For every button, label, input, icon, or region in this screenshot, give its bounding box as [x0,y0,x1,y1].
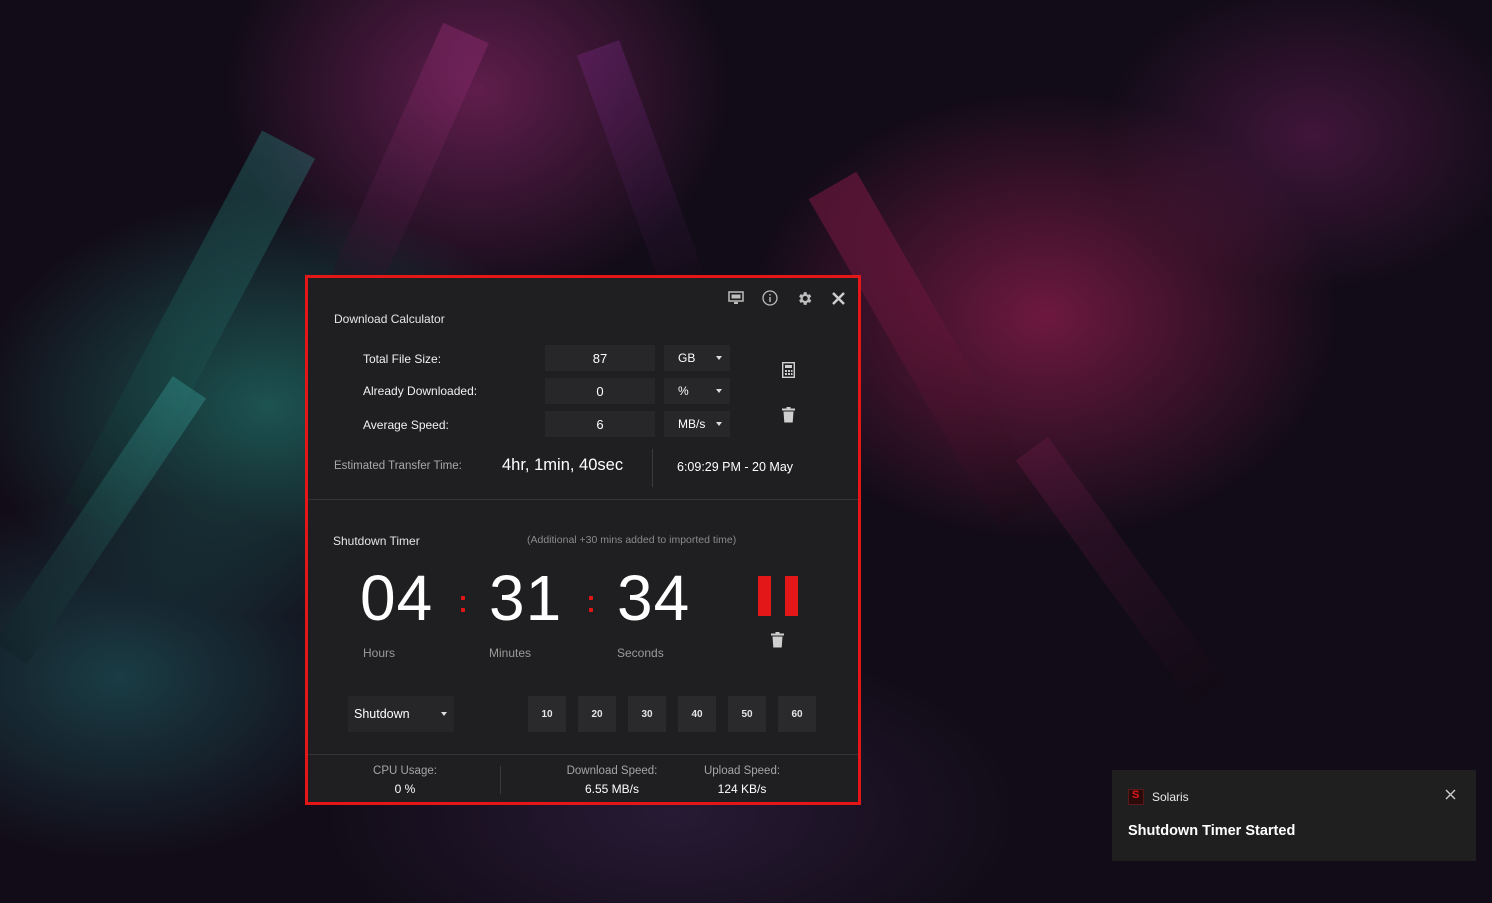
clear-fields-trash-icon[interactable] [779,406,797,424]
minutes-label: Minutes [489,646,532,660]
chevron-down-icon [716,422,722,426]
estimated-transfer-time-value: 4hr, 1min, 40sec [502,456,624,474]
calculator-title: Download Calculator [334,312,445,326]
title-bar-icons [726,288,848,308]
divider [500,766,501,794]
timer-colon [461,596,466,612]
already-downloaded-unit-select[interactable]: % [664,378,730,404]
close-icon[interactable] [828,288,848,308]
average-speed-input[interactable]: 6 [545,411,655,437]
timer-seconds: 34 [617,562,691,634]
unit-label: % [678,384,689,398]
section-divider [308,754,858,755]
seconds-label: Seconds [617,646,664,660]
toast-notification[interactable]: Solaris Shutdown Timer Started [1112,770,1476,861]
download-speed-value: 6.55 MB/s [584,782,640,796]
average-speed-label: Average Speed: [363,418,449,432]
section-divider [308,499,858,500]
gear-icon[interactable] [794,288,814,308]
unit-label: MB/s [678,417,706,431]
chevron-down-icon [716,389,722,393]
timer-minutes: 31 [489,562,563,634]
total-file-size-label: Total File Size: [363,352,442,366]
add-40-minutes-button[interactable]: 40 [678,696,716,732]
average-speed-unit-select[interactable]: MB/s [664,411,730,437]
total-file-size-input[interactable]: 87 [545,345,655,371]
select-value: Shutdown [354,707,410,721]
estimated-completion-date: 6:09:29 PM - 20 May [677,460,794,474]
already-downloaded-input[interactable]: 0 [545,378,655,404]
upload-speed-value: 124 KB/s [717,782,767,796]
timer-colon [589,596,594,612]
info-icon[interactable] [760,288,780,308]
chevron-down-icon [441,712,447,716]
pause-icon [758,576,771,616]
chevron-down-icon [716,356,722,360]
toast-app-name: Solaris [1152,790,1189,804]
download-calculator-window: Download Calculator Total File Size: 87 … [305,275,861,805]
solaris-app-icon [1128,789,1144,805]
monitor-icon[interactable] [726,288,746,308]
timer-hours: 04 [360,562,434,634]
unit-label: GB [678,351,696,365]
pause-icon [785,576,798,616]
timer-note: (Additional +30 mins added to imported t… [527,534,737,546]
cpu-usage-label: CPU Usage: [373,765,437,777]
cpu-usage-value: 0 % [394,782,416,796]
hours-label: Hours [363,646,396,660]
add-60-minutes-button[interactable]: 60 [778,696,816,732]
shutdown-action-select[interactable]: Shutdown [348,696,454,732]
download-speed-label: Download Speed: [566,765,658,777]
close-icon[interactable] [1445,787,1456,804]
calculator-icon[interactable] [779,361,797,379]
add-30-minutes-button[interactable]: 30 [628,696,666,732]
estimated-transfer-time-label: Estimated Transfer Time: [334,460,462,472]
toast-message: Shutdown Timer Started [1128,823,1296,839]
add-10-minutes-button[interactable]: 10 [528,696,566,732]
clear-timer-trash-icon[interactable] [769,631,785,649]
total-file-size-unit-select[interactable]: GB [664,345,730,371]
add-50-minutes-button[interactable]: 50 [728,696,766,732]
shutdown-timer-title: Shutdown Timer [333,534,420,548]
pause-button[interactable] [758,576,798,616]
add-20-minutes-button[interactable]: 20 [578,696,616,732]
already-downloaded-label: Already Downloaded: [363,384,478,398]
divider [652,449,653,487]
upload-speed-label: Upload Speed: [703,765,781,777]
